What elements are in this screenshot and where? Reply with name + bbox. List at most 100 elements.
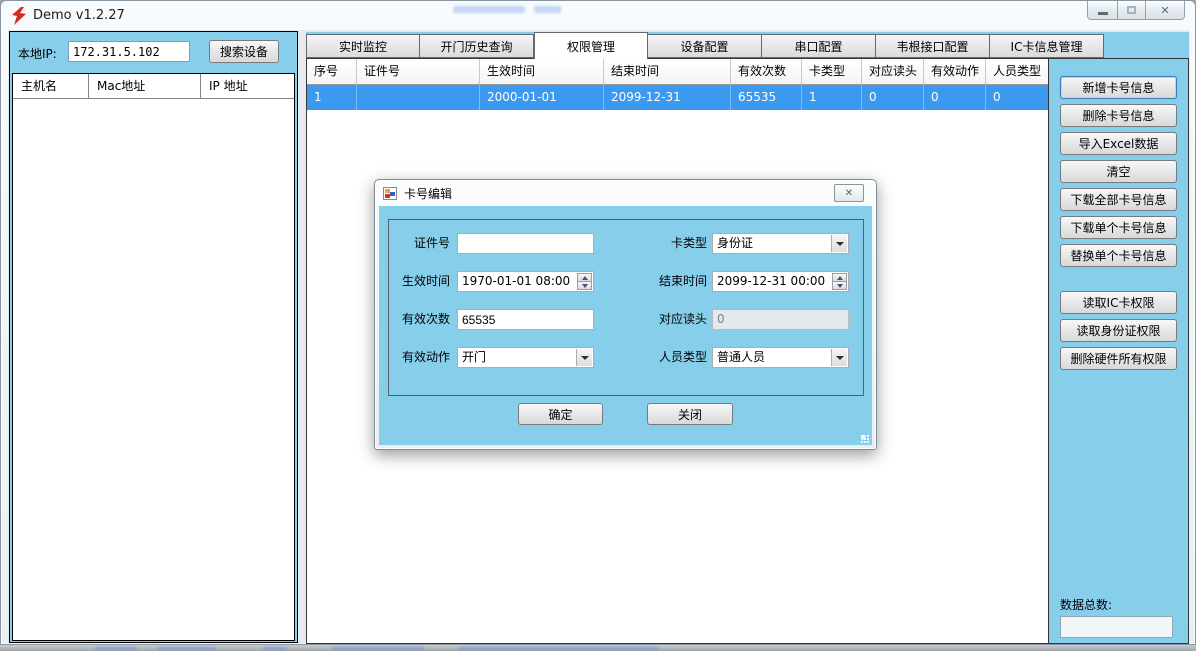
local-ip-input[interactable] [68, 41, 190, 62]
local-ip-label: 本地IP: [18, 45, 57, 62]
valid-count-label: 有效次数 [387, 309, 450, 330]
cell-action: 0 [924, 85, 986, 110]
tab-permission-management[interactable]: 权限管理 [534, 32, 648, 59]
cell-reader: 0 [862, 85, 924, 110]
card-id-input[interactable] [457, 233, 594, 254]
spin-down-icon[interactable] [577, 282, 592, 290]
end-time-picker[interactable]: 2099-12-31 00:00 [712, 271, 849, 292]
tab-wiegand-config[interactable]: 韦根接口配置 [876, 34, 990, 58]
device-panel: 本地IP: 搜索设备 主机名 Mac地址 IP 地址 [9, 31, 298, 643]
close-icon: ✕ [1160, 4, 1169, 17]
cell-index: 1 [307, 85, 357, 110]
col-start-time[interactable]: 生效时间 [480, 59, 604, 84]
desktop-sliver-mark [332, 647, 424, 650]
ok-button[interactable]: 确定 [518, 403, 603, 425]
tab-door-history[interactable]: 开门历史查询 [420, 34, 534, 58]
chevron-down-icon[interactable] [831, 349, 847, 366]
search-device-button[interactable]: 搜索设备 [209, 40, 279, 63]
screen: Demo v1.2.27 ✕ 本地IP: 搜索设备 主机名 Mac地址 IP 地… [0, 0, 1196, 651]
cell-card-type: 1 [802, 85, 862, 110]
permission-table-header: 序号 证件号 生效时间 结束时间 有效次数 卡类型 对应读头 有效动作 人员类型 [307, 59, 1048, 85]
dialog-close-button[interactable]: ✕ [834, 184, 864, 202]
card-type-combobox[interactable]: 身份证 [712, 233, 849, 254]
valid-count-input[interactable] [457, 309, 594, 330]
maximize-button[interactable] [1117, 1, 1146, 20]
col-reader[interactable]: 对应读头 [862, 59, 924, 84]
card-type-label: 卡类型 [647, 233, 707, 254]
read-id-permission-button[interactable]: 读取身份证权限 [1060, 319, 1177, 342]
action-value: 开门 [462, 350, 486, 364]
col-valid-count[interactable]: 有效次数 [731, 59, 802, 84]
col-action[interactable]: 有效动作 [924, 59, 986, 84]
end-time-spinner[interactable] [832, 273, 847, 290]
titlebar-reflection [453, 6, 525, 13]
spin-down-icon[interactable] [832, 282, 847, 290]
desktop-sliver-mark [458, 647, 658, 650]
tab-realtime-monitor[interactable]: 实时监控 [306, 34, 420, 58]
download-all-cards-button[interactable]: 下载全部卡号信息 [1060, 188, 1177, 211]
maximize-icon [1127, 6, 1136, 14]
clear-button[interactable]: 清空 [1060, 160, 1177, 183]
action-panel: 新增卡号信息 删除卡号信息 导入Excel数据 清空 下载全部卡号信息 下载单个… [1048, 59, 1188, 643]
app-logo-icon [10, 7, 28, 25]
desktop-sliver-mark [95, 647, 137, 650]
col-person-type[interactable]: 人员类型 [986, 59, 1048, 84]
dialog-close-action-button[interactable]: 关闭 [647, 403, 733, 425]
action-combobox[interactable]: 开门 [457, 347, 594, 368]
cell-person-type: 0 [986, 85, 1048, 110]
card-type-value: 身份证 [717, 236, 753, 250]
column-header-mac[interactable]: Mac地址 [89, 74, 201, 98]
dialog-title: 卡号编辑 [404, 185, 452, 202]
tab-ic-card-info[interactable]: IC卡信息管理 [990, 34, 1104, 58]
chevron-down-icon[interactable] [576, 349, 592, 366]
col-card-id[interactable]: 证件号 [357, 59, 480, 84]
col-index[interactable]: 序号 [307, 59, 357, 84]
dialog-titlebar[interactable]: 卡号编辑 [375, 180, 876, 206]
person-type-label: 人员类型 [647, 347, 707, 368]
column-header-hostname[interactable]: 主机名 [13, 74, 89, 98]
person-type-value: 普通人员 [717, 350, 765, 364]
desktop-sliver-mark [158, 647, 216, 650]
cell-start-time: 2000-01-01 [480, 85, 604, 110]
person-type-combobox[interactable]: 普通人员 [712, 347, 849, 368]
tab-device-config[interactable]: 设备配置 [648, 34, 762, 58]
chevron-down-icon[interactable] [831, 235, 847, 252]
delete-card-button[interactable]: 删除卡号信息 [1060, 104, 1177, 127]
col-card-type[interactable]: 卡类型 [802, 59, 862, 84]
cell-end-time: 2099-12-31 [604, 85, 731, 110]
titlebar-reflection [534, 6, 561, 13]
reader-label: 对应读头 [647, 309, 707, 330]
close-button[interactable]: ✕ [1146, 1, 1185, 20]
tab-serial-config[interactable]: 串口配置 [762, 34, 876, 58]
spin-up-icon[interactable] [577, 273, 592, 282]
spin-up-icon[interactable] [832, 273, 847, 282]
start-time-picker[interactable]: 1970-01-01 08:00 [457, 271, 594, 292]
end-time-label: 结束时间 [647, 271, 707, 292]
app-window: Demo v1.2.27 ✕ 本地IP: 搜索设备 主机名 Mac地址 IP 地… [0, 0, 1196, 645]
cell-valid-count: 65535 [731, 85, 802, 110]
device-list[interactable]: 主机名 Mac地址 IP 地址 [12, 73, 295, 641]
window-title: Demo v1.2.27 [33, 8, 125, 23]
download-single-card-button[interactable]: 下载单个卡号信息 [1060, 216, 1177, 239]
resize-grip[interactable] [861, 435, 869, 443]
caption-buttons: ✕ [1087, 1, 1185, 20]
titlebar[interactable]: Demo v1.2.27 ✕ [1, 1, 1195, 30]
start-time-spinner[interactable] [577, 273, 592, 290]
total-count-input[interactable] [1060, 616, 1173, 638]
col-end-time[interactable]: 结束时间 [604, 59, 731, 84]
minimize-button[interactable] [1087, 1, 1117, 20]
column-header-ip[interactable]: IP 地址 [201, 74, 294, 98]
total-count-label: 数据总数: [1060, 596, 1112, 613]
start-time-value: 1970-01-01 08:00 [462, 274, 570, 288]
start-time-label: 生效时间 [387, 271, 450, 292]
dialog-app-icon [383, 187, 397, 200]
card-id-label: 证件号 [387, 233, 450, 254]
replace-single-card-button[interactable]: 替换单个卡号信息 [1060, 244, 1177, 267]
end-time-value: 2099-12-31 00:00 [717, 274, 825, 288]
table-row-selected[interactable]: 1 2000-01-01 2099-12-31 65535 1 0 0 0 [307, 85, 1048, 110]
read-ic-permission-button[interactable]: 读取IC卡权限 [1060, 291, 1177, 314]
import-excel-button[interactable]: 导入Excel数据 [1060, 132, 1177, 155]
delete-hw-permission-button[interactable]: 删除硬件所有权限 [1060, 347, 1177, 370]
add-card-button[interactable]: 新增卡号信息 [1060, 76, 1177, 99]
card-edit-dialog: 卡号编辑 ✕ 证件号 卡类型 身份证 生效时间 1970-01-01 08:00 [374, 179, 877, 450]
